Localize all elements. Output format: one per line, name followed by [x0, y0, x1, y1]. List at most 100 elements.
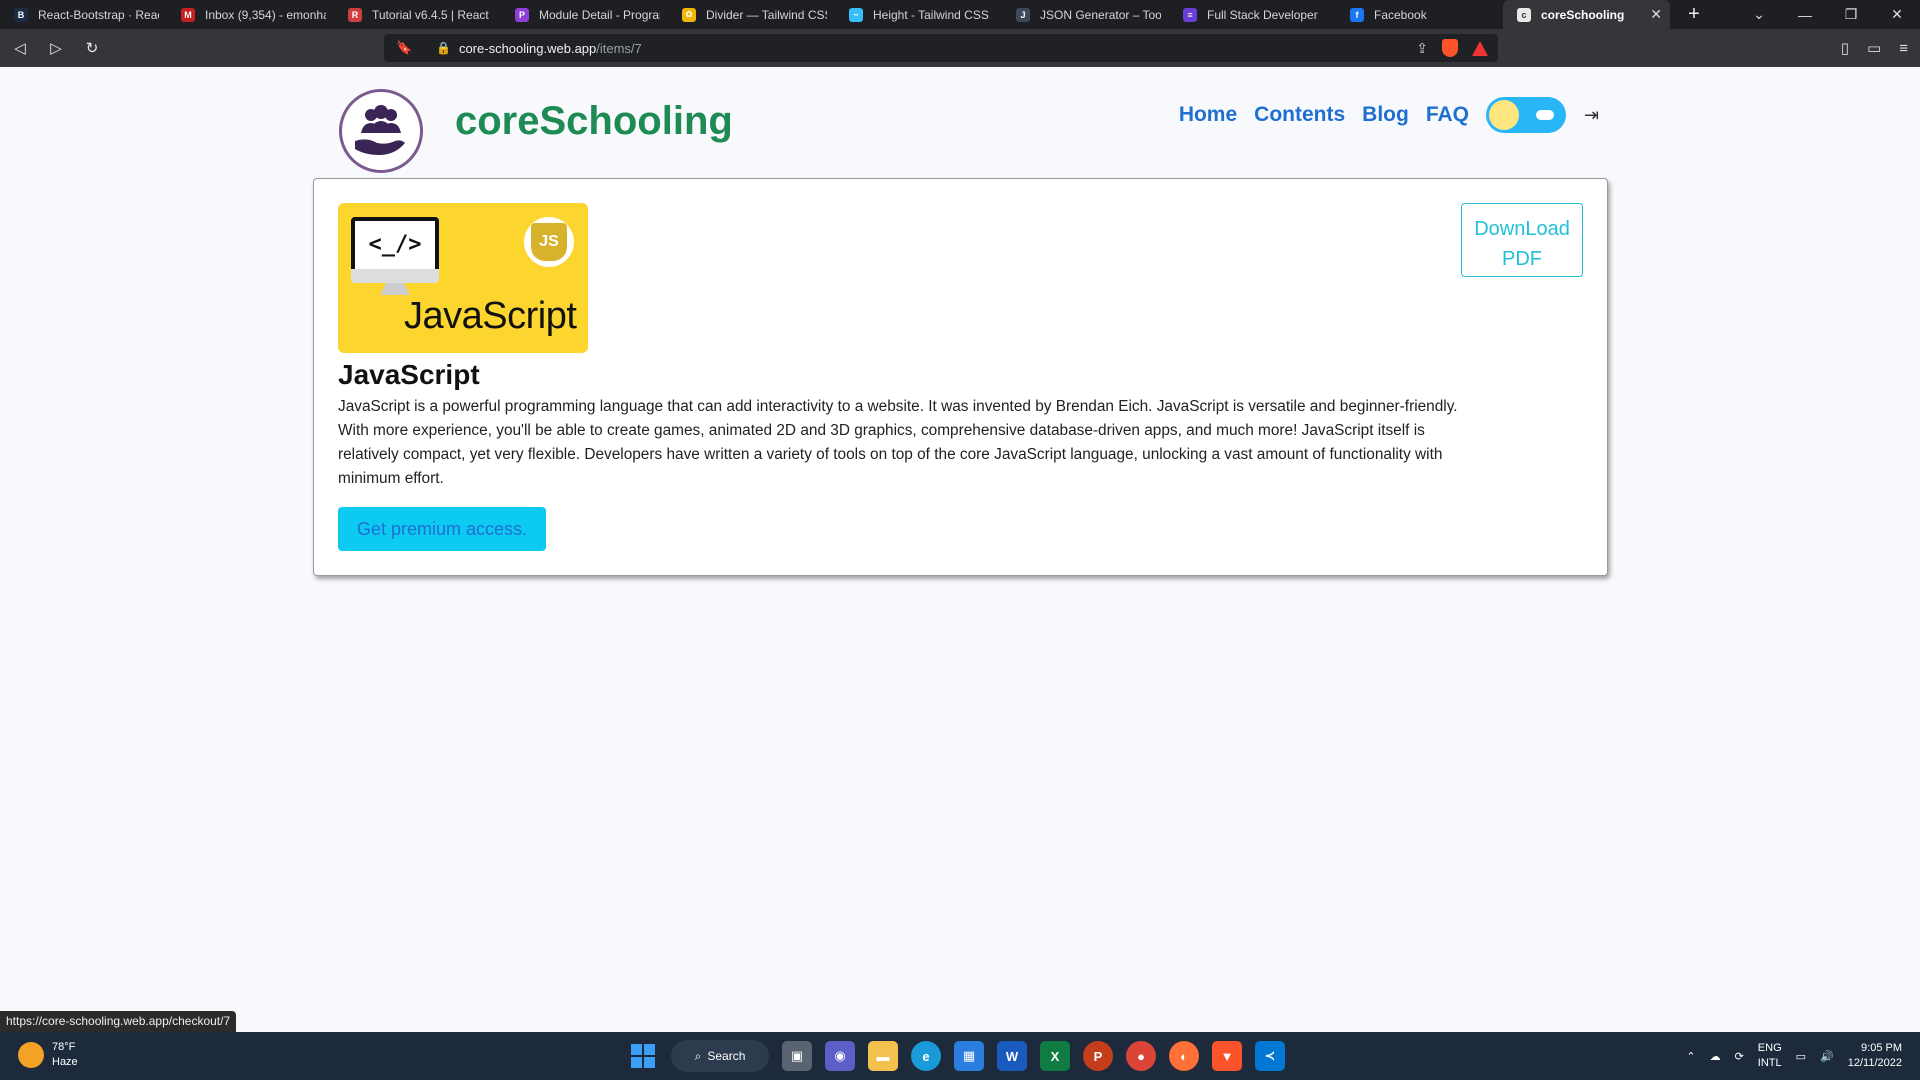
tab-favicon-icon: c	[1517, 7, 1531, 22]
page-content: coreSchooling Home Contents Blog FAQ ⇥ <…	[0, 67, 1920, 1032]
browser-tab[interactable]: B React-Bootstrap · React	[0, 0, 167, 29]
tab-title: coreSchooling	[1541, 7, 1625, 22]
task-view-icon[interactable]: ▣	[782, 1041, 812, 1071]
browser-tab[interactable]: c coreSchooling ✕	[1503, 0, 1670, 29]
sidebar-icon[interactable]: ▯	[1841, 39, 1849, 57]
brand-name[interactable]: coreSchooling	[455, 99, 733, 144]
js-badge-text: JS	[531, 223, 567, 261]
course-title: JavaScript	[338, 359, 480, 390]
forward-icon[interactable]: ▷	[40, 34, 72, 62]
tab-title: Full Stack Developer	[1207, 7, 1318, 22]
brave-shields-icon[interactable]	[1442, 39, 1458, 57]
nav-contents[interactable]: Contents	[1254, 103, 1345, 127]
course-image-label: JavaScript	[404, 295, 577, 337]
tab-favicon-icon: R	[348, 7, 362, 22]
firefox-icon[interactable]: ◐	[1169, 1041, 1199, 1071]
community-hand-icon	[355, 105, 405, 155]
browser-tab[interactable]: ✿ Divider — Tailwind CSS	[668, 0, 835, 29]
tray-overflow-icon[interactable]: ⌃	[1686, 1050, 1695, 1063]
tab-favicon-icon: M	[181, 7, 195, 22]
address-bar-actions: ⇪	[1416, 34, 1488, 62]
close-tab-icon[interactable]: ✕	[1650, 6, 1662, 23]
share-icon[interactable]: ⇪	[1416, 40, 1428, 57]
clock[interactable]: 9:05 PM 12/11/2022	[1848, 1041, 1902, 1071]
tab-favicon-icon: J	[1016, 7, 1030, 22]
menu-icon[interactable]: ≡	[1899, 40, 1908, 57]
edge-icon[interactable]: e	[911, 1041, 941, 1071]
browser-tab-bar: B React-Bootstrap · React M Inbox (9,354) -…	[0, 0, 1920, 29]
excel-icon[interactable]: X	[1040, 1041, 1070, 1071]
clock-date: 12/11/2022	[1847, 1057, 1902, 1069]
tab-strip: B React-Bootstrap · React M Inbox (9,354) -…	[0, 0, 1670, 29]
language-indicator[interactable]: ENG INTL	[1758, 1041, 1782, 1071]
browser-tab[interactable]: f Facebook	[1336, 0, 1503, 29]
tab-title: Divider — Tailwind CSS	[706, 7, 827, 22]
browser-tab[interactable]: R Tutorial v6.4.5 | React R	[334, 0, 501, 29]
download-pdf-button[interactable]: DownLoad PDF	[1461, 203, 1583, 277]
logo[interactable]	[339, 89, 423, 173]
powerpoint-icon[interactable]: P	[1083, 1041, 1113, 1071]
login-icon[interactable]: ⇥	[1584, 105, 1606, 126]
restore-button[interactable]: ❐	[1828, 6, 1874, 23]
teams-chat-icon[interactable]: ◉	[825, 1041, 855, 1071]
tab-search-icon[interactable]: ⌄	[1736, 6, 1782, 23]
lang-secondary: INTL	[1757, 1057, 1782, 1069]
tab-title: Inbox (9,354) - emonhas	[205, 7, 326, 22]
window-controls: ⌄ — ❐ ✕	[1736, 0, 1920, 29]
word-icon[interactable]: W	[997, 1041, 1027, 1071]
reload-icon[interactable]: ↻	[76, 34, 108, 62]
wallet-icon[interactable]: ▭	[1867, 39, 1881, 57]
tab-favicon-icon: ~	[849, 7, 863, 22]
browser-tab[interactable]: ~ Height - Tailwind CSS	[835, 0, 1002, 29]
vscode-icon[interactable]: ≺	[1255, 1041, 1285, 1071]
onedrive-icon[interactable]: ☁	[1710, 1050, 1721, 1063]
tab-title: Height - Tailwind CSS	[873, 7, 989, 22]
nav-home[interactable]: Home	[1179, 103, 1237, 127]
browser-tab[interactable]: J JSON Generator – Tool f	[1002, 0, 1169, 29]
weather-temp: 78°F	[52, 1041, 76, 1053]
tab-title: Facebook	[1374, 7, 1427, 22]
close-window-button[interactable]: ✕	[1874, 6, 1920, 23]
browser-tab[interactable]: ≡ Full Stack Developer	[1169, 0, 1336, 29]
tab-title: Module Detail - Program	[539, 7, 660, 22]
tab-favicon-icon: f	[1350, 7, 1364, 22]
minimize-button[interactable]: —	[1782, 7, 1828, 23]
store-icon[interactable]: ▦	[954, 1041, 984, 1071]
premium-access-button[interactable]: Get premium access.	[338, 507, 546, 551]
tab-favicon-icon: P	[515, 7, 529, 22]
browser-right-actions: ▯ ▭ ≡	[1841, 29, 1908, 67]
tab-title: JSON Generator – Tool f	[1040, 7, 1161, 22]
sun-icon	[1489, 100, 1519, 130]
search-label: Search	[707, 1049, 746, 1063]
nav-faq[interactable]: FAQ	[1426, 103, 1469, 127]
chrome-icon[interactable]: ●	[1126, 1041, 1156, 1071]
sync-icon[interactable]: ⟳	[1735, 1050, 1744, 1063]
back-icon[interactable]: ◁	[4, 34, 36, 62]
bookmark-icon[interactable]: 🔖	[396, 40, 414, 56]
start-icon[interactable]	[628, 1041, 658, 1071]
theme-toggle[interactable]	[1486, 97, 1566, 133]
nav-blog[interactable]: Blog	[1362, 103, 1409, 127]
browser-tab[interactable]: P Module Detail - Program	[501, 0, 668, 29]
js-badge-icon: JS	[524, 217, 574, 267]
weather-icon	[18, 1042, 44, 1068]
file-explorer-icon[interactable]: ▬	[868, 1041, 898, 1071]
volume-icon[interactable]: 🔊	[1820, 1050, 1834, 1063]
brave-icon[interactable]: ▼	[1212, 1041, 1242, 1071]
address-bar[interactable]: 🔖 🔒 core-schooling.web.app/items/7 ⇪	[384, 34, 1498, 62]
network-icon[interactable]: ▭	[1796, 1050, 1806, 1063]
weather-widget[interactable]: 78°F Haze	[18, 1040, 78, 1070]
new-tab-button[interactable]: +	[1682, 3, 1706, 26]
system-tray: ⌃ ☁ ⟳ ENG INTL ▭ 🔊 9:05 PM 12/11/2022	[1686, 1040, 1902, 1072]
browser-tab[interactable]: M Inbox (9,354) - emonhas	[167, 0, 334, 29]
brave-rewards-icon[interactable]	[1472, 40, 1488, 56]
windows-taskbar: 78°F Haze ⌕ Search ▣ ◉ ▬ e ▦ W X P ● ◐ ▼ …	[0, 1032, 1920, 1080]
taskbar-apps: ⌕ Search ▣ ◉ ▬ e ▦ W X P ● ◐ ▼ ≺	[628, 1038, 1285, 1074]
taskbar-search[interactable]: ⌕ Search	[671, 1040, 769, 1072]
url-path: /items/7	[596, 40, 642, 56]
monitor-icon: <_/>	[351, 217, 439, 283]
lock-icon[interactable]: 🔒	[436, 41, 451, 55]
weather-desc: Haze	[52, 1056, 78, 1068]
clock-time: 9:05 PM	[1861, 1042, 1902, 1054]
tab-title: Tutorial v6.4.5 | React R	[372, 7, 493, 22]
